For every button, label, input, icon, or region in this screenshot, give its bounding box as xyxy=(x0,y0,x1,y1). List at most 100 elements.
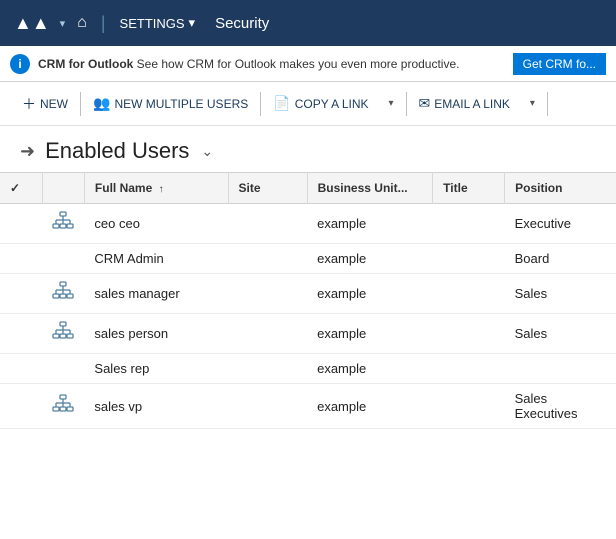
row-site xyxy=(228,384,307,429)
new-label: NEW xyxy=(40,97,68,111)
row-title xyxy=(433,274,505,314)
row-icon-cell xyxy=(42,274,84,314)
banner-text: CRM for Outlook See how CRM for Outlook … xyxy=(38,57,459,71)
copy-link-button[interactable]: 📄 COPY A LINK xyxy=(263,90,378,117)
table-row[interactable]: sales manager example Sales xyxy=(0,274,616,314)
users-table: ✓ Full Name ↑ Site Business Unit... Titl… xyxy=(0,172,616,429)
row-site xyxy=(228,354,307,384)
row-bu: example xyxy=(307,274,433,314)
table-row[interactable]: ceo ceo example Executive xyxy=(0,204,616,244)
pinned-icon: ➜ xyxy=(20,141,35,162)
sort-asc-icon: ↑ xyxy=(159,184,164,195)
toolbar-separator-1 xyxy=(80,92,81,116)
user-org-icon xyxy=(52,394,74,416)
row-site xyxy=(228,204,307,244)
settings-chevron-icon: ▾ xyxy=(189,15,196,31)
toolbar: ＋ NEW 👥 NEW MULTIPLE USERS 📄 COPY A LINK… xyxy=(0,82,616,126)
row-title xyxy=(433,314,505,354)
email-link-chevron-icon: ▾ xyxy=(530,98,535,109)
copy-link-dropdown-button[interactable]: ▾ xyxy=(379,93,404,114)
row-position: Sales xyxy=(505,314,616,354)
row-bu: example xyxy=(307,314,433,354)
copy-link-icon: 📄 xyxy=(273,95,290,112)
home-icon[interactable]: ⌂ xyxy=(69,14,95,32)
row-position: Board xyxy=(505,244,616,274)
row-title xyxy=(433,244,505,274)
row-icon-cell xyxy=(42,354,84,384)
row-checkbox-cell[interactable] xyxy=(0,244,42,274)
row-checkbox-cell[interactable] xyxy=(0,314,42,354)
row-fullname: CRM Admin xyxy=(84,244,228,274)
table-row[interactable]: sales person example Sales xyxy=(0,314,616,354)
row-position xyxy=(505,354,616,384)
banner-app-name: CRM for Outlook xyxy=(38,57,133,71)
row-fullname: sales vp xyxy=(84,384,228,429)
email-link-dropdown-button[interactable]: ▾ xyxy=(520,93,545,114)
info-icon: i xyxy=(10,54,30,74)
page-title: Enabled Users xyxy=(45,138,189,164)
row-position: Executive xyxy=(505,204,616,244)
row-bu: example xyxy=(307,204,433,244)
get-crm-button[interactable]: Get CRM fo... xyxy=(513,53,606,75)
toolbar-separator-2 xyxy=(260,92,261,116)
row-checkbox-cell[interactable] xyxy=(0,204,42,244)
settings-button[interactable]: SETTINGS ▾ xyxy=(112,9,204,37)
row-fullname: sales person xyxy=(84,314,228,354)
row-bu: example xyxy=(307,244,433,274)
nav-divider: | xyxy=(95,13,112,34)
new-multiple-label: NEW MULTIPLE USERS xyxy=(114,97,248,111)
row-icon-cell xyxy=(42,314,84,354)
row-site xyxy=(228,314,307,354)
table-row[interactable]: sales vp example Sales Executives xyxy=(0,384,616,429)
row-checkbox-cell[interactable] xyxy=(0,274,42,314)
table-row[interactable]: Sales rep example xyxy=(0,354,616,384)
row-title xyxy=(433,354,505,384)
column-header-site[interactable]: Site xyxy=(228,173,307,204)
table-row[interactable]: CRM Admin example Board xyxy=(0,244,616,274)
column-header-check[interactable]: ✓ xyxy=(0,173,42,204)
new-icon: ＋ xyxy=(22,94,36,114)
row-title xyxy=(433,384,505,429)
page-header: ➜ Enabled Users ⌄ xyxy=(0,126,616,172)
security-label: Security xyxy=(203,15,281,32)
app-logo: ▲▲ xyxy=(8,13,56,34)
row-icon-cell xyxy=(42,384,84,429)
email-link-button[interactable]: ✉ EMAIL A LINK xyxy=(409,90,520,117)
toolbar-separator-4 xyxy=(547,92,548,116)
row-position: Sales xyxy=(505,274,616,314)
row-site xyxy=(228,274,307,314)
row-title xyxy=(433,204,505,244)
banner-message: See how CRM for Outlook makes you even m… xyxy=(137,57,460,71)
column-header-bu[interactable]: Business Unit... xyxy=(307,173,433,204)
row-icon-cell xyxy=(42,204,84,244)
new-multiple-icon: 👥 xyxy=(93,95,110,112)
copy-link-chevron-icon: ▾ xyxy=(389,98,394,109)
settings-label: SETTINGS xyxy=(120,16,185,31)
new-button[interactable]: ＋ NEW xyxy=(12,89,78,119)
logo-chevron-icon: ▾ xyxy=(56,17,70,30)
users-table-container: ✓ Full Name ↑ Site Business Unit... Titl… xyxy=(0,172,616,429)
email-link-icon: ✉ xyxy=(419,95,431,112)
column-header-fullname[interactable]: Full Name ↑ xyxy=(84,173,228,204)
row-fullname: ceo ceo xyxy=(84,204,228,244)
row-fullname: Sales rep xyxy=(84,354,228,384)
row-icon-cell xyxy=(42,244,84,274)
user-org-icon xyxy=(52,211,74,233)
copy-link-label: COPY A LINK xyxy=(295,97,369,111)
email-link-label: EMAIL A LINK xyxy=(434,97,510,111)
row-fullname: sales manager xyxy=(84,274,228,314)
user-org-icon xyxy=(52,281,74,303)
row-checkbox-cell[interactable] xyxy=(0,384,42,429)
new-multiple-users-button[interactable]: 👥 NEW MULTIPLE USERS xyxy=(83,90,258,117)
title-dropdown-icon[interactable]: ⌄ xyxy=(201,143,213,160)
row-position: Sales Executives xyxy=(505,384,616,429)
row-bu: example xyxy=(307,354,433,384)
column-header-title[interactable]: Title xyxy=(433,173,505,204)
row-bu: example xyxy=(307,384,433,429)
row-checkbox-cell[interactable] xyxy=(0,354,42,384)
crm-banner: i CRM for Outlook See how CRM for Outloo… xyxy=(0,46,616,82)
toolbar-separator-3 xyxy=(406,92,407,116)
row-site xyxy=(228,244,307,274)
column-header-position[interactable]: Position xyxy=(505,173,616,204)
top-nav: ▲▲ ▾ ⌂ | SETTINGS ▾ Security xyxy=(0,0,616,46)
